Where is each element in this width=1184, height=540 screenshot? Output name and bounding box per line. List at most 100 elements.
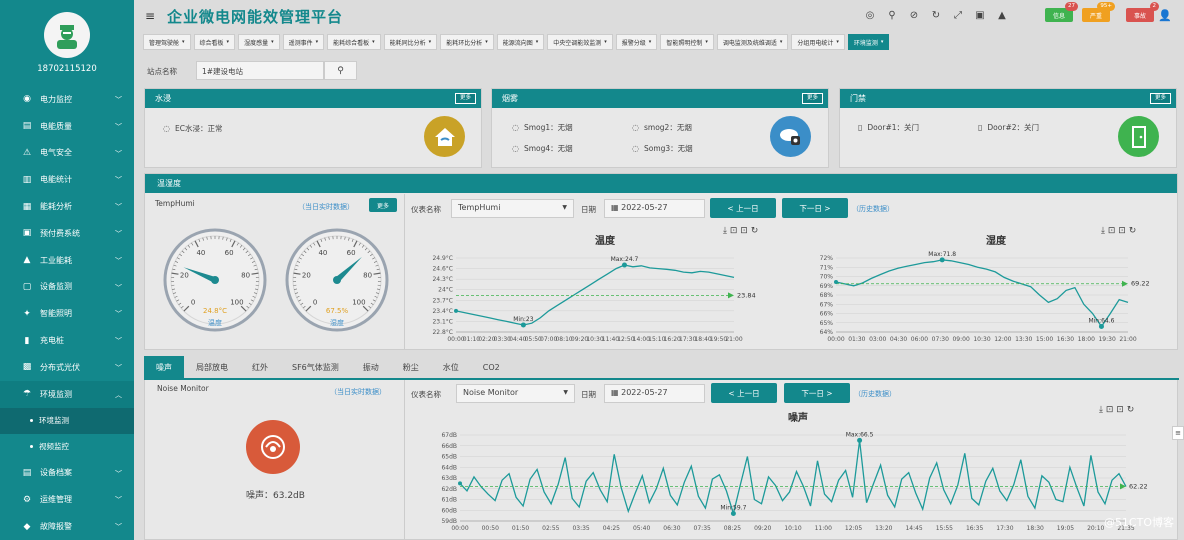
gauge-tick-label: 80 bbox=[241, 272, 250, 280]
sidebar-subitem-label: 视频监控 bbox=[39, 442, 69, 452]
sidebar-item-label: 电气安全 bbox=[40, 148, 72, 158]
user-icon[interactable]: 👤 bbox=[1158, 9, 1172, 22]
page-tab[interactable]: 调电监测及统维调适 ▾ bbox=[716, 34, 789, 50]
temphumi-meter-select[interactable]: TempHumi ▼ bbox=[451, 199, 574, 218]
sensor-tab[interactable]: 粉尘 bbox=[391, 356, 431, 378]
temphumi-history-link[interactable]: （历史数据） bbox=[852, 204, 894, 214]
average-label: 23.84 bbox=[737, 291, 756, 299]
smoke-more-button[interactable]: 更多 bbox=[801, 93, 823, 104]
sidebar-item[interactable]: ▲ 工业能耗 ﹀ bbox=[0, 247, 134, 274]
sensor-tab[interactable]: 噪声 bbox=[144, 356, 184, 378]
page-tab[interactable]: 能耗环比分析 ▾ bbox=[440, 34, 494, 50]
chevron-down-icon: ▾ bbox=[182, 39, 185, 45]
info-badge-button[interactable]: 信息 27 bbox=[1045, 2, 1078, 22]
support-icon[interactable]: ◎ bbox=[864, 9, 876, 21]
page-tab-label: 智能照明控制 bbox=[666, 39, 703, 47]
solar-icon: ▩ bbox=[22, 362, 32, 373]
sensor-tab[interactable]: SF6气体监测 bbox=[280, 356, 351, 378]
chevron-down-icon: ﹀ bbox=[115, 96, 122, 104]
fullscreen-icon[interactable]: ⤢ bbox=[952, 9, 964, 21]
sidebar-item[interactable]: ▩ 分布式光伏 ﹀ bbox=[0, 354, 134, 381]
sidebar-item[interactable]: ⚙ 运维管理 ﹀ bbox=[0, 486, 134, 513]
page-tab[interactable]: 中央空调能效监测 ▾ bbox=[547, 34, 613, 50]
chevron-down-icon: ▾ bbox=[372, 39, 375, 45]
station-input[interactable]: 1#建设电站 bbox=[196, 61, 324, 80]
sidebar-item[interactable]: ▮ 充电桩 ﹀ bbox=[0, 327, 134, 354]
sensor-tab[interactable]: 红外 bbox=[240, 356, 280, 378]
theme-icon[interactable]: ▲ bbox=[996, 9, 1008, 21]
noise-realtime-link[interactable]: （当日实时数据） bbox=[330, 387, 386, 397]
page-tab[interactable]: 综合看板 ▾ bbox=[193, 34, 236, 50]
sensor-tab[interactable]: 振动 bbox=[351, 356, 391, 378]
page-tab[interactable]: 湿度感量 ▾ bbox=[238, 34, 280, 50]
noise-prev-day-button[interactable]: < 上一日 bbox=[711, 383, 777, 403]
noise-meter-select[interactable]: Noise Monitor ▼ bbox=[456, 384, 575, 403]
noise-next-day-button[interactable]: 下一日 > bbox=[784, 383, 850, 403]
series-line bbox=[459, 440, 1127, 516]
door-more-button[interactable]: 更多 bbox=[1149, 93, 1171, 104]
gauge-hub bbox=[333, 276, 341, 284]
noise-date-picker[interactable]: ▦ 2022-05-27 bbox=[604, 384, 705, 403]
temphumi-prev-day-button[interactable]: < 上一日 bbox=[710, 198, 776, 218]
sensor-tab[interactable]: 局部放电 bbox=[184, 356, 240, 378]
severe-badge-button[interactable]: 严重 95+ bbox=[1082, 2, 1115, 22]
sidebar-item[interactable]: ▤ 电能质量 ﹀ bbox=[0, 113, 134, 140]
sidebar-item[interactable]: ⚠ 电气安全 ﹀ bbox=[0, 140, 134, 167]
average-label: 69.22 bbox=[1131, 280, 1150, 288]
accident-badge-button[interactable]: 事故 2 bbox=[1126, 2, 1159, 22]
y-tick-label: 65% bbox=[820, 320, 834, 327]
username: 18702115120 bbox=[37, 64, 97, 74]
sensor-tab[interactable]: CO2 bbox=[471, 356, 512, 378]
page-tab[interactable]: 报警分级 ▾ bbox=[615, 34, 658, 50]
page-tab[interactable]: 智能照明控制 ▾ bbox=[660, 34, 714, 50]
temphumi-date-picker[interactable]: ▦ 2022-05-27 bbox=[604, 199, 705, 218]
door-status-icon bbox=[1118, 116, 1159, 157]
sidebar-item[interactable]: ▤ 设备档案 ﹀ bbox=[0, 460, 134, 487]
wallet-icon: ▣ bbox=[22, 228, 32, 239]
env-icon: ☂ bbox=[22, 389, 32, 400]
station-search-button[interactable]: ⚲ bbox=[324, 61, 357, 80]
x-tick-label: 03:00 bbox=[869, 336, 886, 343]
page-tab[interactable]: 能耗同比分析 ▾ bbox=[383, 34, 438, 50]
sidebar-subitem[interactable]: 视频监控 bbox=[0, 434, 134, 460]
sidebar-item[interactable]: ▢ 设备监测 ﹀ bbox=[0, 274, 134, 301]
sidebar-item[interactable]: ✦ 智能照明 ﹀ bbox=[0, 300, 134, 327]
page-tab[interactable]: 环境监测 ▾ bbox=[847, 34, 890, 50]
page-tab[interactable]: 管理驾驶舱 ▾ bbox=[143, 34, 191, 50]
sensor-tab[interactable]: 水位 bbox=[431, 356, 471, 378]
page-tab[interactable]: 分组用电统计 ▾ bbox=[791, 34, 845, 50]
smoke-status-icon bbox=[770, 116, 811, 157]
y-tick-label: 72% bbox=[820, 255, 834, 262]
refresh-icon[interactable]: ↻ bbox=[930, 9, 942, 21]
gauge-value-display: 24.8°C bbox=[203, 307, 227, 315]
y-tick-label: 64% bbox=[820, 329, 834, 336]
page-tab[interactable]: 遥测事件 ▾ bbox=[282, 34, 325, 50]
page-tab[interactable]: 能源流向图 ▾ bbox=[496, 34, 545, 50]
search-icon[interactable]: ⚲ bbox=[886, 9, 898, 21]
settings-handle-icon[interactable]: ≡ bbox=[1172, 426, 1184, 440]
gauge-label: 温度 bbox=[208, 318, 222, 327]
hamburger-icon[interactable]: ≡ bbox=[145, 9, 155, 23]
door-card: 门禁 更多 ▯ Door#1：关门 ▯ Door#2：关门 bbox=[839, 88, 1177, 168]
noise-history-link[interactable]: （历史数据） bbox=[854, 389, 896, 399]
mute-icon[interactable]: ⊘ bbox=[908, 9, 920, 21]
door-item-1: ▯ Door#1：关门 bbox=[858, 122, 919, 133]
sidebar-subitem[interactable]: 环境监测 bbox=[0, 407, 134, 434]
avatar[interactable] bbox=[44, 12, 90, 58]
sidebar-item[interactable]: ▥ 电能统计 ﹀ bbox=[0, 166, 134, 193]
chevron-down-icon: ﹀ bbox=[115, 469, 122, 478]
sidebar-item[interactable]: ▣ 预付费系统 ﹀ bbox=[0, 220, 134, 247]
sidebar-item[interactable]: ☂ 环境监测 ︿ bbox=[0, 380, 134, 408]
water-more-button[interactable]: 更多 bbox=[454, 93, 476, 104]
page-tab-label: 管理驾驶舱 bbox=[149, 39, 180, 47]
sidebar-item[interactable]: ▦ 能耗分析 ﹀ bbox=[0, 193, 134, 220]
sensor-tabs: 噪声 局部放电 红外 SF6气体监测 振动 粉尘 水位 CO2 bbox=[144, 356, 512, 378]
temphumi-next-day-button[interactable]: 下一日 > bbox=[782, 198, 848, 218]
sidebar-item[interactable]: ◉ 电力监控 ﹀ bbox=[0, 86, 134, 113]
sidebar-item[interactable]: ◆ 故障报警 ﹀ bbox=[0, 513, 134, 540]
screenshot-icon[interactable]: ▣ bbox=[974, 9, 986, 21]
page-tab[interactable]: 能耗综合看板 ▾ bbox=[327, 34, 381, 50]
temphumi-realtime-link[interactable]: （当日实时数据） bbox=[298, 202, 354, 212]
chevron-down-icon: ﹀ bbox=[115, 149, 122, 158]
temphumi-more-button[interactable]: 更多 bbox=[369, 198, 397, 212]
